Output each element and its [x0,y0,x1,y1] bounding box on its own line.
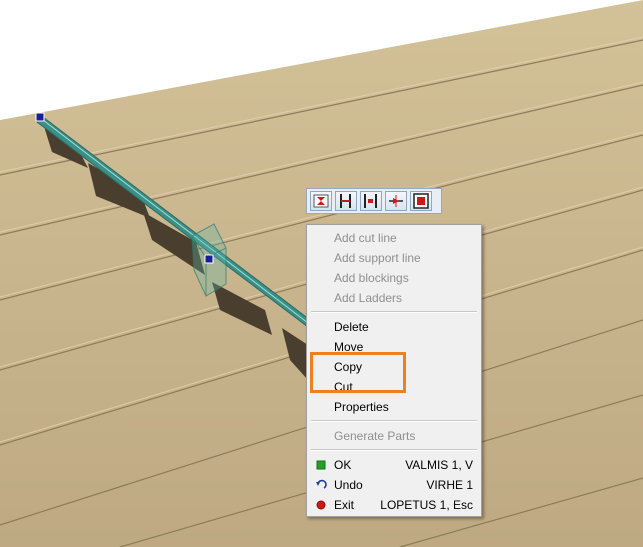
toolbar-button-support-line[interactable] [335,191,357,211]
menu-item-properties[interactable]: Properties [309,397,479,417]
menu-item-add-blockings[interactable]: Add blockings [309,268,479,288]
menu-separator [311,311,477,313]
beam-mid-handle [204,254,214,264]
menu-shortcut: VALMIS 1, V [405,458,473,472]
menu-label: Generate Parts [334,429,416,443]
menu-shortcut: VIRHE 1 [426,478,473,492]
menu-item-delete[interactable]: Delete [309,317,479,337]
menu-item-copy[interactable]: Copy [309,357,479,377]
toolbar-button-frame[interactable] [410,191,432,211]
menu-item-add-ladders[interactable]: Add Ladders [309,288,479,308]
beam-start-handle [35,112,45,122]
split-joist-icon [313,194,329,208]
menu-label: Delete [334,320,369,334]
menu-item-undo[interactable]: Undo VIRHE 1 [309,475,479,495]
toolbar-button-blocking[interactable] [360,191,382,211]
menu-item-add-cut-line[interactable]: Add cut line [309,228,479,248]
menu-label: OK [334,458,352,472]
undo-icon [316,479,327,489]
menu-label: Undo [334,478,363,492]
toolbar-button-split[interactable] [310,191,332,211]
frame-select-icon [413,193,429,209]
menu-separator [311,449,477,451]
menu-label: Properties [334,400,389,414]
menu-label: Exit [334,498,355,512]
menu-item-add-support-line[interactable]: Add support line [309,248,479,268]
menu-label: Add support line [334,251,421,265]
menu-label: Add blockings [334,271,409,285]
menu-label: Add cut line [334,231,397,245]
exit-icon [316,500,326,510]
ladder-icon [389,195,403,207]
menu-separator [311,420,477,422]
menu-label: Add Ladders [334,291,403,305]
menu-item-cut[interactable]: Cut [309,377,479,397]
menu-item-move[interactable]: Move [309,337,479,357]
menu-item-generate-parts[interactable]: Generate Parts [309,426,479,446]
menu-label: Copy [334,360,363,374]
menu-label: Cut [334,380,353,394]
quick-toolbar [306,188,442,214]
context-menu: Add cut line Add support line Add blocki… [306,224,482,517]
menu-label: Move [334,340,364,354]
menu-shortcut: LOPETUS 1, Esc [380,498,473,512]
support-line-icon [340,194,351,208]
blocking-icon [364,194,377,208]
menu-item-ok[interactable]: OK VALMIS 1, V [309,455,479,475]
ok-icon [316,460,326,470]
menu-item-exit[interactable]: Exit LOPETUS 1, Esc [309,495,479,515]
toolbar-button-ladder[interactable] [385,191,407,211]
